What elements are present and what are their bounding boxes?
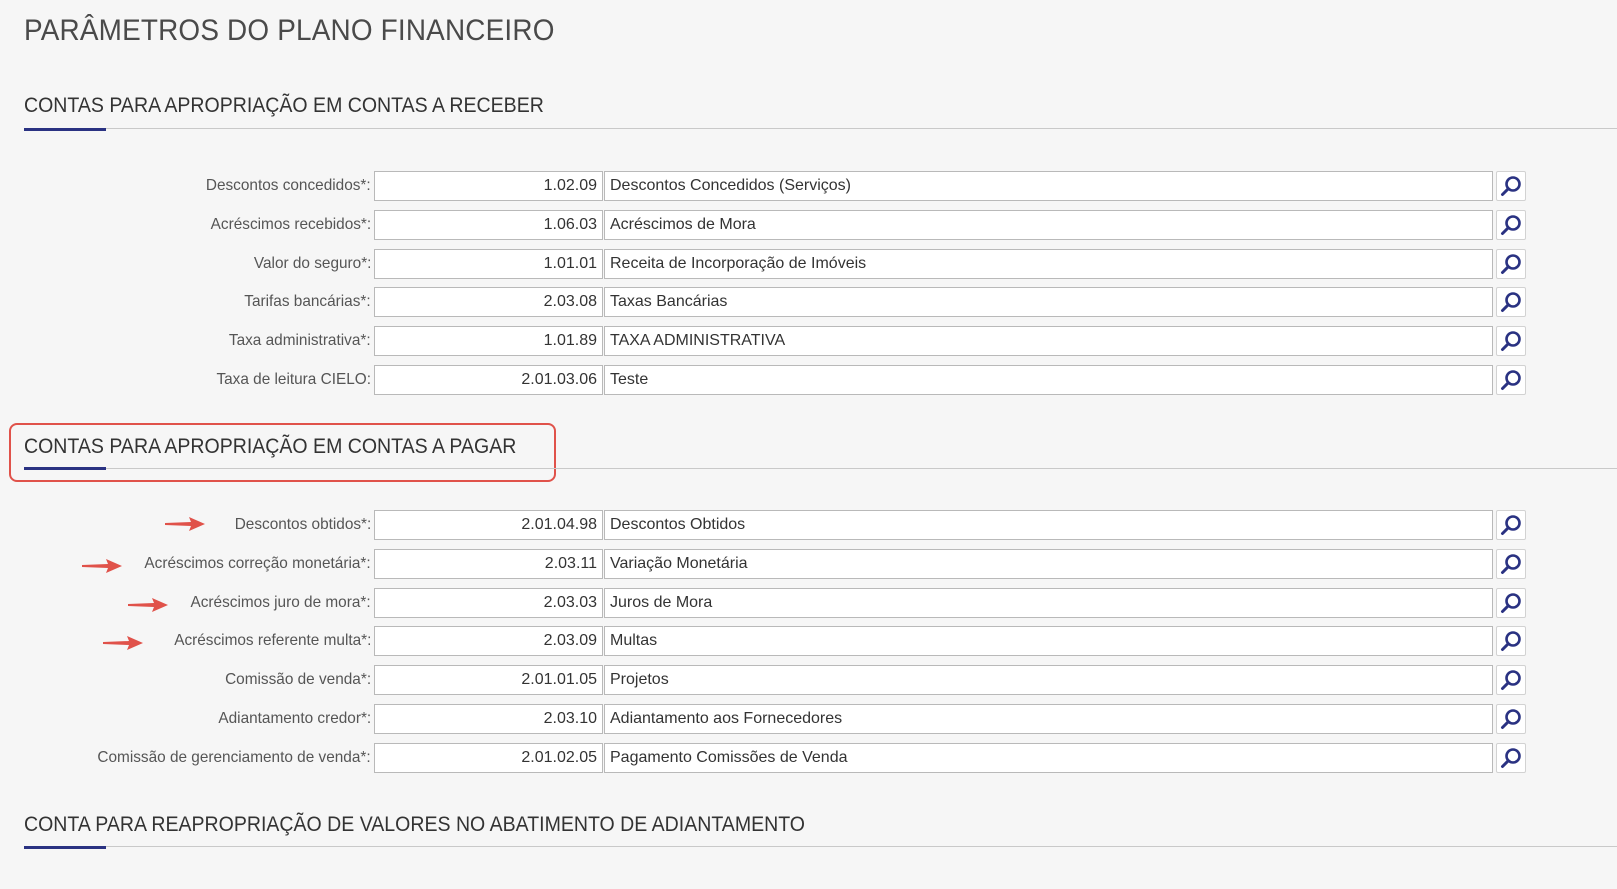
search-icon <box>1501 592 1521 613</box>
field-label: Valor do seguro*: <box>253 254 371 272</box>
form-row: Taxa administrativa*: 1.01.89 TAXA ADMINIS… <box>0 326 1617 357</box>
form-row: Valor do seguro*: 1.01.01 Receita de Incor… <box>0 248 1617 279</box>
account-code-field[interactable]: 2.01.03.06 <box>374 365 603 395</box>
account-code-field[interactable]: 2.01.04.98 <box>374 510 603 540</box>
search-icon <box>1501 176 1521 196</box>
field-label: Acréscimos correção monetária*: <box>144 554 371 572</box>
search-icon <box>1501 214 1521 235</box>
account-description-field[interactable]: Descontos Obtidos <box>604 510 1493 540</box>
search-icon <box>1501 553 1521 574</box>
account-description-field[interactable]: Adiantamento aos Fornecedores <box>604 704 1493 734</box>
search-icon <box>1501 747 1521 768</box>
form-row: Acréscimos referente multa*: 2.03.09 Multa… <box>0 626 1617 657</box>
search-icon <box>1501 331 1521 352</box>
search-button[interactable] <box>1496 548 1526 579</box>
search-button[interactable] <box>1496 665 1526 696</box>
form-row: Comissão de gerenciamento de venda*: 2.01… <box>0 742 1617 773</box>
account-description-field[interactable]: Multas <box>604 626 1493 657</box>
field-label: Descontos obtidos*: <box>234 516 371 533</box>
account-code-field[interactable]: 1.01.01 <box>374 248 603 279</box>
field-label: Tarifas bancárias*: <box>244 293 371 311</box>
section-accent-bar <box>24 846 106 849</box>
field-label: Comissão de venda*: <box>224 671 371 689</box>
account-code-field[interactable]: 2.01.01.05 <box>374 665 603 696</box>
section-accent-bar <box>24 128 106 131</box>
section-accent-bar <box>24 467 106 470</box>
account-description-field[interactable]: Teste <box>604 365 1493 395</box>
field-label: Acréscimos referente multa*: <box>173 632 371 650</box>
form-row: Acréscimos correção monetária*: 2.03.11 Va… <box>0 548 1617 579</box>
form-row: Descontos concedidos*: 1.02.09 Descontos C… <box>0 171 1617 201</box>
search-button[interactable] <box>1496 365 1526 395</box>
form-row: Tarifas bancárias*: 2.03.08 Taxas Bancária… <box>0 287 1617 318</box>
field-label: Comissão de gerenciamento de venda*: <box>97 748 371 766</box>
account-code-field[interactable]: 1.01.89 <box>374 326 603 357</box>
field-label: Descontos concedidos*: <box>206 177 371 194</box>
account-code-field[interactable]: 1.02.09 <box>374 171 603 201</box>
search-button[interactable] <box>1496 171 1526 201</box>
search-icon <box>1501 709 1521 729</box>
section-title-receber: CONTAS PARA APROPRIAÇÃO EM CONTAS A RECE… <box>24 94 544 117</box>
search-button[interactable] <box>1496 287 1526 318</box>
field-label: Adiantamento credor*: <box>218 710 371 727</box>
section-title-pagar: CONTAS PARA APROPRIAÇÃO EM CONTAS A PAGA… <box>24 435 517 458</box>
field-label: Taxa de leitura CIELO: <box>216 371 371 388</box>
search-button[interactable] <box>1496 587 1526 618</box>
arrow-right-icon <box>165 517 205 531</box>
section-divider <box>24 128 1617 129</box>
account-code-field[interactable]: 1.06.03 <box>374 209 603 240</box>
search-icon <box>1501 292 1521 313</box>
arrow-right-icon <box>128 598 168 612</box>
search-button[interactable] <box>1496 510 1526 540</box>
form-row: Descontos obtidos*: 2.01.04.98 Descontos O… <box>0 510 1617 540</box>
field-label: Acréscimos juro de mora*: <box>190 593 371 611</box>
section-divider <box>24 846 1617 847</box>
account-description-field[interactable]: Pagamento Comissões de Venda <box>604 742 1493 773</box>
account-description-field[interactable]: Acréscimos de Mora <box>604 209 1493 240</box>
search-icon <box>1501 670 1521 691</box>
page-title: PARÂMETROS DO PLANO FINANCEIRO <box>24 14 555 47</box>
account-code-field[interactable]: 2.03.11 <box>374 548 603 579</box>
account-code-field[interactable]: 2.03.10 <box>374 704 603 734</box>
form-row: Taxa de leitura CIELO: 2.01.03.06 Teste <box>0 365 1617 395</box>
search-button[interactable] <box>1496 326 1526 357</box>
account-description-field[interactable]: Variação Monetária <box>604 548 1493 579</box>
account-description-field[interactable]: Receita de Incorporação de Imóveis <box>604 248 1493 279</box>
account-description-field[interactable]: Projetos <box>604 665 1493 696</box>
account-code-field[interactable]: 2.03.08 <box>374 287 603 318</box>
account-description-field[interactable]: Descontos Concedidos (Serviços) <box>604 171 1493 201</box>
arrow-right-icon <box>82 559 122 573</box>
account-description-field[interactable]: Taxas Bancárias <box>604 287 1493 318</box>
account-code-field[interactable]: 2.01.02.05 <box>374 742 603 773</box>
section-divider <box>24 468 1617 469</box>
search-button[interactable] <box>1496 248 1526 279</box>
search-button[interactable] <box>1496 742 1526 773</box>
account-description-field[interactable]: Juros de Mora <box>604 587 1493 618</box>
form-row: Comissão de venda*: 2.01.01.05 Projetos <box>0 665 1617 696</box>
arrow-right-icon <box>103 636 143 650</box>
section-title-reapropriacao: CONTA PARA REAPROPRIAÇÃO DE VALORES NO A… <box>24 813 806 836</box>
search-button[interactable] <box>1496 209 1526 240</box>
search-icon <box>1501 370 1521 390</box>
search-icon <box>1501 253 1521 274</box>
account-description-field[interactable]: TAXA ADMINISTRATIVA <box>604 326 1493 357</box>
form-row: Acréscimos recebidos*: 1.06.03 Acréscimos … <box>0 209 1617 240</box>
search-button[interactable] <box>1496 704 1526 734</box>
field-label: Acréscimos recebidos*: <box>210 215 371 233</box>
account-code-field[interactable]: 2.03.03 <box>374 587 603 618</box>
field-label: Taxa administrativa*: <box>229 332 371 350</box>
form-row: Acréscimos juro de mora*: 2.03.03 Juros de… <box>0 587 1617 618</box>
search-icon <box>1501 631 1521 652</box>
account-code-field[interactable]: 2.03.09 <box>374 626 603 657</box>
search-button[interactable] <box>1496 626 1526 657</box>
form-row: Adiantamento credor*: 2.03.10 Adiantamento… <box>0 704 1617 734</box>
search-icon <box>1501 515 1521 535</box>
